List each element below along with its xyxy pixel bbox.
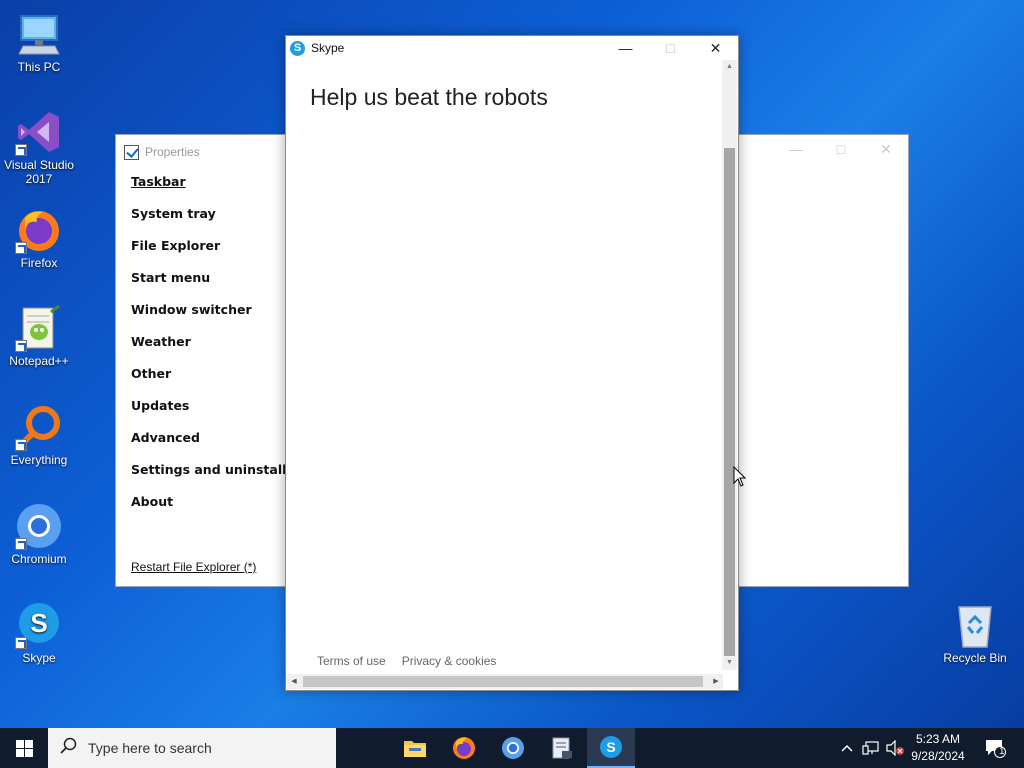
start-button[interactable]: [0, 728, 48, 768]
vertical-scrollbar[interactable]: ▲ ▼: [722, 60, 737, 670]
desktop-icon-firefox[interactable]: Firefox: [1, 206, 77, 270]
taskbar-search-box[interactable]: Type here to search: [48, 728, 336, 768]
terms-link[interactable]: Terms of use: [317, 654, 386, 668]
minimize-button[interactable]: —: [776, 141, 816, 159]
firefox-icon: [15, 206, 63, 254]
nav-item-window-switcher[interactable]: Window switcher: [131, 301, 286, 333]
nav-item-about[interactable]: About: [131, 493, 286, 525]
scrollbar-thumb[interactable]: [303, 676, 703, 687]
restart-explorer-link[interactable]: Restart File Explorer (*): [131, 560, 256, 574]
page-heading: Help us beat the robots: [310, 84, 548, 110]
mouse-cursor-icon: [733, 465, 747, 493]
privacy-link[interactable]: Privacy & cookies: [402, 654, 497, 668]
horizontal-scrollbar[interactable]: ◀ ▶: [287, 674, 723, 689]
recycle-bin-icon: [951, 601, 999, 649]
computer-icon: [15, 10, 63, 58]
taskbar-chromium[interactable]: [489, 728, 537, 768]
desktop-icon-label: Chromium: [11, 552, 67, 566]
nav-item-file-explorer[interactable]: File Explorer: [131, 237, 286, 269]
desktop-icon-visual-studio[interactable]: Visual Studio 2017: [1, 108, 77, 186]
clock-time: 5:23 AM: [915, 732, 961, 746]
desktop-icon-label: This PC: [17, 60, 61, 74]
chromium-icon: [502, 737, 524, 759]
action-center-button[interactable]: 1: [980, 728, 1010, 768]
clipped-text-fragment: [346, 56, 416, 62]
shortcut-arrow-icon: [15, 144, 27, 156]
maximize-button[interactable]: □: [648, 36, 693, 60]
minimize-button[interactable]: —: [603, 36, 648, 60]
skype-icon: S: [15, 601, 63, 649]
skype-window[interactable]: S Skype — □ ✕ Help us beat the robots Te…: [285, 35, 739, 691]
properties-titlebar[interactable]: Properties: [124, 143, 200, 161]
notification-count-badge: 1: [999, 746, 1005, 757]
visual-studio-icon: [15, 108, 63, 156]
taskbar: Type here to search S 5:23 AM 9/28/2024 …: [0, 728, 1024, 768]
close-button[interactable]: ✕: [866, 141, 906, 159]
scroll-down-icon[interactable]: ▼: [722, 656, 737, 670]
desktop-icon-everything[interactable]: Everything: [1, 403, 77, 467]
notepad-icon: [552, 737, 572, 759]
desktop-icon-label: Everything: [10, 453, 68, 467]
shortcut-arrow-icon: [15, 340, 27, 352]
firefox-icon: [453, 737, 475, 759]
desktop-icon-skype[interactable]: S Skype: [1, 601, 77, 665]
taskbar-clock[interactable]: 5:23 AM 9/28/2024: [900, 731, 976, 765]
shortcut-arrow-icon: [15, 538, 27, 550]
skype-icon: S: [600, 736, 622, 758]
shortcut-arrow-icon: [15, 637, 27, 649]
window-controls: — □ ✕: [603, 36, 738, 60]
desktop-icon-label: Visual Studio 2017: [4, 158, 74, 186]
search-placeholder: Type here to search: [88, 740, 212, 756]
search-icon: [60, 737, 78, 760]
desktop-icon-label: Skype: [22, 651, 56, 665]
desktop-icon-this-pc[interactable]: This PC: [1, 10, 77, 74]
properties-title: Properties: [145, 145, 200, 159]
nav-item-taskbar[interactable]: Taskbar: [131, 173, 286, 205]
nav-item-advanced[interactable]: Advanced: [131, 429, 286, 461]
skype-logo-icon: S: [290, 40, 305, 56]
nav-item-start-menu[interactable]: Start menu: [131, 269, 286, 301]
taskbar-notepad[interactable]: [538, 728, 586, 768]
desktop-icon-label: Firefox: [20, 256, 58, 270]
scrollbar-thumb[interactable]: [724, 148, 735, 656]
chromium-icon: [15, 502, 63, 550]
properties-nav: Taskbar System tray File Explorer Start …: [131, 173, 286, 525]
windows-logo-icon: [16, 740, 33, 757]
shortcut-arrow-icon: [15, 439, 27, 451]
scroll-up-icon[interactable]: ▲: [722, 60, 737, 74]
nav-item-system-tray[interactable]: System tray: [131, 205, 286, 237]
scroll-right-icon[interactable]: ▶: [709, 674, 723, 689]
desktop-icon-label: Recycle Bin: [943, 651, 1007, 665]
desktop-icon-label: Notepad++: [9, 354, 69, 368]
svg-text:S: S: [606, 739, 615, 755]
desktop-icon-recycle-bin[interactable]: Recycle Bin: [937, 601, 1013, 665]
taskbar-file-explorer[interactable]: [391, 728, 439, 768]
checkbox-app-icon: [124, 144, 139, 160]
nav-item-updates[interactable]: Updates: [131, 397, 286, 429]
nav-item-other[interactable]: Other: [131, 365, 286, 397]
show-hidden-icons-button[interactable]: [838, 728, 856, 768]
skype-title: Skype: [311, 41, 345, 55]
desktop-icon-chromium[interactable]: Chromium: [1, 502, 77, 566]
network-icon: [862, 741, 879, 755]
folder-icon: [404, 741, 426, 757]
scroll-left-icon[interactable]: ◀: [287, 674, 301, 689]
network-button[interactable]: [860, 728, 882, 768]
everything-search-icon: [15, 403, 63, 451]
close-button[interactable]: ✕: [693, 36, 738, 60]
svg-text:S: S: [30, 608, 47, 638]
chevron-up-icon: [841, 744, 853, 752]
taskbar-firefox[interactable]: [440, 728, 488, 768]
shortcut-arrow-icon: [15, 242, 27, 254]
desktop-icon-notepadpp[interactable]: Notepad++: [1, 304, 77, 368]
nav-item-weather[interactable]: Weather: [131, 333, 286, 365]
notepadpp-icon: [15, 304, 63, 352]
maximize-button[interactable]: □: [821, 141, 861, 159]
nav-item-settings-uninstall[interactable]: Settings and uninstall: [131, 461, 286, 493]
taskbar-skype[interactable]: S: [587, 728, 635, 768]
skype-footer: Terms of use Privacy & cookies: [317, 654, 496, 668]
clock-date: 9/28/2024: [911, 749, 965, 763]
